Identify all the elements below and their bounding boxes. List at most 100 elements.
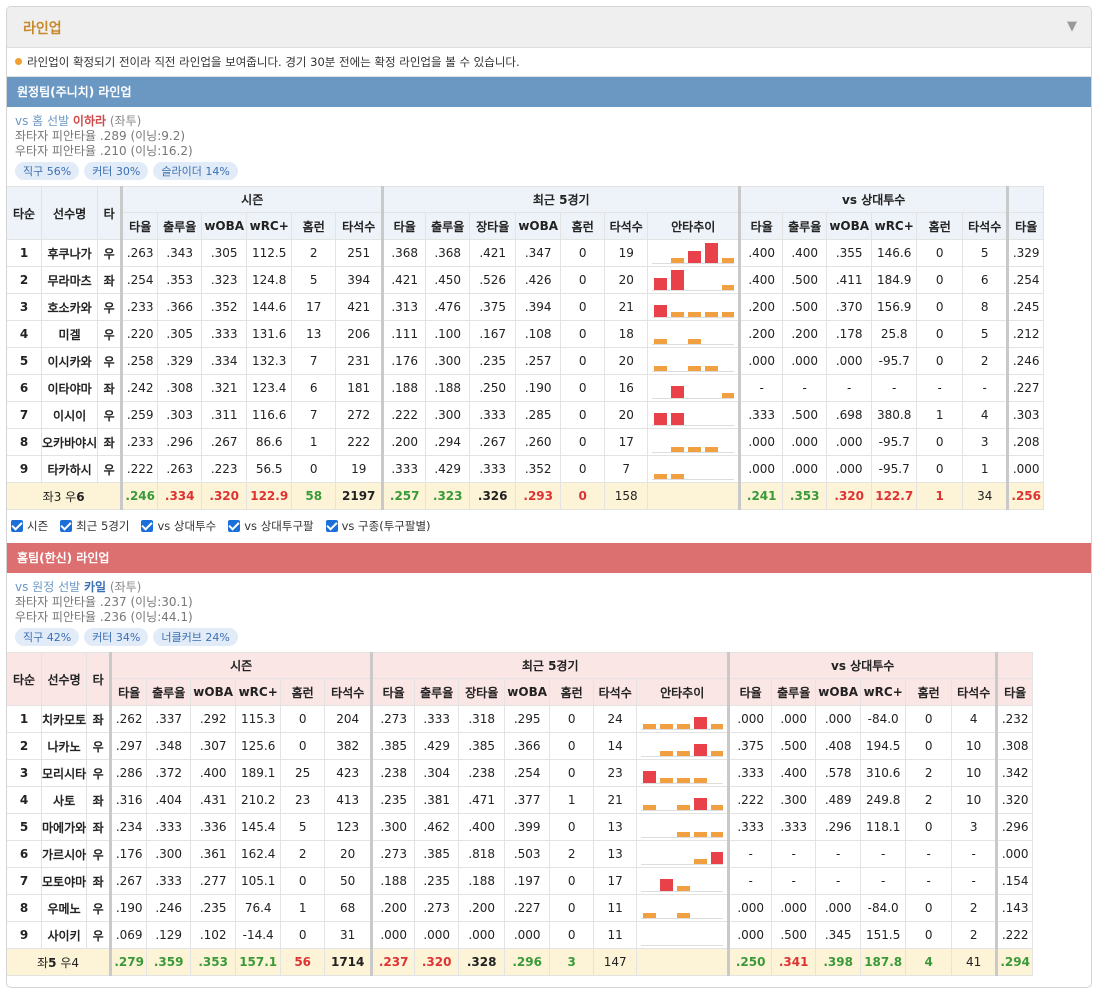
collapse-icon[interactable]: ▼ (1067, 19, 1077, 34)
col-season[interactable]: 출루율 (146, 678, 192, 706)
col-season[interactable]: 홈런 (291, 212, 337, 240)
col-recent[interactable]: wOBA (504, 678, 551, 706)
col-extra-avg[interactable]: 타율 (1006, 212, 1045, 240)
col-season[interactable]: 홈런 (280, 678, 326, 706)
col-vs[interactable]: 출루율 (771, 678, 817, 706)
col-recent[interactable]: 홈런 (549, 678, 595, 706)
col-season[interactable]: wRC+ (235, 678, 282, 706)
player-name[interactable]: 무라마츠 (40, 266, 99, 294)
player-row[interactable]: 1 후쿠나가 우 .263.343.305 112.5 2 251.368.368.421.… (7, 239, 1045, 267)
season-stat: 272 (335, 401, 384, 429)
player-row[interactable]: 2 무라마츠 좌 .254.353.323 124.8 5 394.421.450.526.… (7, 266, 1045, 294)
col-recent[interactable]: wOBA (515, 212, 562, 240)
filter-checkbox[interactable]: 최근 5경기 (60, 519, 129, 533)
player-row[interactable]: 4 사토 좌 .316.404.431 210.2 23 413.235.381.471.3… (7, 786, 1034, 814)
vs-stat: - (871, 374, 918, 402)
col-season[interactable]: 타율 (109, 678, 148, 706)
col-vs[interactable]: 타석수 (951, 678, 998, 706)
player-row[interactable]: 7 모토야마 좌 .267.333.277 105.1 0 50.188.235.188.1… (7, 867, 1034, 895)
checkbox-checked-icon[interactable] (325, 520, 338, 532)
player-name[interactable]: 호소카와 (40, 293, 99, 321)
col-recent[interactable]: 타석수 (593, 678, 638, 706)
batting-order: 7 (7, 867, 42, 895)
col-season[interactable]: wRC+ (246, 212, 293, 240)
col-vs[interactable]: wRC+ (871, 212, 918, 240)
home-opposing-pitcher[interactable]: 카일 (84, 580, 106, 594)
col-recent[interactable]: 출루율 (414, 678, 460, 706)
col-vs[interactable]: 홈런 (916, 212, 964, 240)
player-name[interactable]: 미겔 (40, 320, 99, 348)
player-name[interactable]: 마에가와 (40, 813, 88, 841)
player-name[interactable]: 오카바야시 (40, 428, 99, 456)
away-opposing-pitcher[interactable]: 이하라 (73, 114, 106, 128)
player-name[interactable]: 우메노 (40, 894, 88, 922)
player-name[interactable]: 이시카와 (40, 347, 99, 375)
player-name[interactable]: 이시이 (40, 401, 99, 429)
player-row[interactable]: 1 치카모토 좌 .262.337.292 115.3 0 204.273.333.318.… (7, 705, 1034, 733)
player-name[interactable]: 모토야마 (40, 867, 88, 895)
col-vs[interactable]: 타율 (727, 678, 773, 706)
col-vs[interactable]: 타율 (738, 212, 784, 240)
player-row[interactable]: 3 호소카와 우 .233.366.352 144.6 17 421.313.476.375… (7, 293, 1045, 321)
player-name[interactable]: 나카노 (40, 732, 88, 760)
player-name[interactable]: 치카모토 (40, 705, 88, 733)
col-season[interactable]: 출루율 (157, 212, 203, 240)
recent-stat: .375 (469, 293, 517, 321)
player-row[interactable]: 3 모리시타 우 .286.372.400 189.1 25 423.238.304.238… (7, 759, 1034, 787)
vs-stat: 10 (951, 786, 998, 814)
col-recent[interactable]: 장타율 (469, 212, 517, 240)
player-row[interactable]: 5 이시카와 우 .258.329.334 132.3 7 231.176.300.235.… (7, 347, 1045, 375)
col-extra-avg[interactable]: 타율 (995, 678, 1034, 706)
vs-stat: .400 (738, 239, 784, 267)
col-recent[interactable]: 타석수 (604, 212, 649, 240)
filter-checkbox[interactable]: vs 상대투구팔 (228, 519, 314, 533)
player-row[interactable]: 9 사이키 우 .069.129.102 -14.4 0 31.000.000.000.00… (7, 921, 1034, 949)
filter-checkbox[interactable]: 시즌 (11, 519, 48, 533)
extra-avg: .246 (1006, 347, 1045, 375)
player-row[interactable]: 8 오카바야시 좌 .233.296.267 86.6 1 222.200.294.267.… (7, 428, 1045, 456)
player-name[interactable]: 모리시타 (40, 759, 88, 787)
player-row[interactable]: 5 마에가와 좌 .234.333.336 145.4 5 123.300.462.400.… (7, 813, 1034, 841)
player-name[interactable]: 이타야마 (40, 374, 99, 402)
filter-checkbox[interactable]: vs 구종(투구팔별) (325, 519, 431, 533)
col-recent[interactable]: 출루율 (425, 212, 471, 240)
checkbox-checked-icon[interactable] (141, 520, 154, 532)
col-vs[interactable]: wOBA (815, 678, 862, 706)
player-row[interactable]: 6 이타야마 좌 .242.308.321 123.4 6 181.188.188.250.… (7, 374, 1045, 402)
col-vs[interactable]: wRC+ (860, 678, 907, 706)
season-stat: 125.6 (235, 732, 282, 760)
col-recent[interactable]: 장타율 (458, 678, 506, 706)
player-name[interactable]: 후쿠나가 (40, 239, 99, 267)
col-vs[interactable]: 출루율 (782, 212, 828, 240)
col-season[interactable]: wOBA (190, 678, 237, 706)
checkbox-checked-icon[interactable] (60, 520, 73, 532)
player-row[interactable]: 9 타카하시 우 .222.263.223 56.5 0 19.333.429.333.35… (7, 455, 1045, 483)
col-recent[interactable]: 타율 (381, 212, 427, 240)
col-recent[interactable]: 안타추이 (647, 212, 741, 240)
col-recent[interactable]: 홈런 (560, 212, 606, 240)
lineup-header[interactable]: 라인업 ▼ (7, 7, 1091, 48)
col-recent[interactable]: 타율 (370, 678, 416, 706)
player-name[interactable]: 가르시아 (40, 840, 88, 868)
col-season[interactable]: 타석수 (324, 678, 373, 706)
total-extra: .294 (995, 948, 1034, 976)
col-vs[interactable]: wOBA (826, 212, 873, 240)
checkbox-checked-icon[interactable] (11, 520, 23, 532)
player-row[interactable]: 4 미겔 우 .220.305.333 131.6 13 206.111.100.167.1… (7, 320, 1045, 348)
col-vs[interactable]: 타석수 (962, 212, 1009, 240)
player-row[interactable]: 6 가르시아 우 .176.300.361 162.4 2 20.273.385.818.5… (7, 840, 1034, 868)
filter-checkbox[interactable]: vs 상대투수 (141, 519, 216, 533)
player-name[interactable]: 타카하시 (40, 455, 99, 483)
col-season[interactable]: 타율 (120, 212, 159, 240)
player-row[interactable]: 7 이시이 우 .259.303.311 116.6 7 272.222.300.333.2… (7, 401, 1045, 429)
col-season[interactable]: 타석수 (335, 212, 384, 240)
col-recent[interactable]: 안타추이 (636, 678, 730, 706)
player-row[interactable]: 2 나카노 우 .297.348.307 125.6 0 382.385.429.385.3… (7, 732, 1034, 760)
col-season[interactable]: wOBA (201, 212, 248, 240)
player-name[interactable]: 사토 (40, 786, 88, 814)
checkbox-checked-icon[interactable] (228, 520, 241, 532)
player-name[interactable]: 사이키 (40, 921, 88, 949)
player-row[interactable]: 8 우메노 우 .190.246.235 76.4 1 68.200.273.200.227… (7, 894, 1034, 922)
hit-trend-bar (688, 251, 702, 263)
col-vs[interactable]: 홈런 (905, 678, 953, 706)
